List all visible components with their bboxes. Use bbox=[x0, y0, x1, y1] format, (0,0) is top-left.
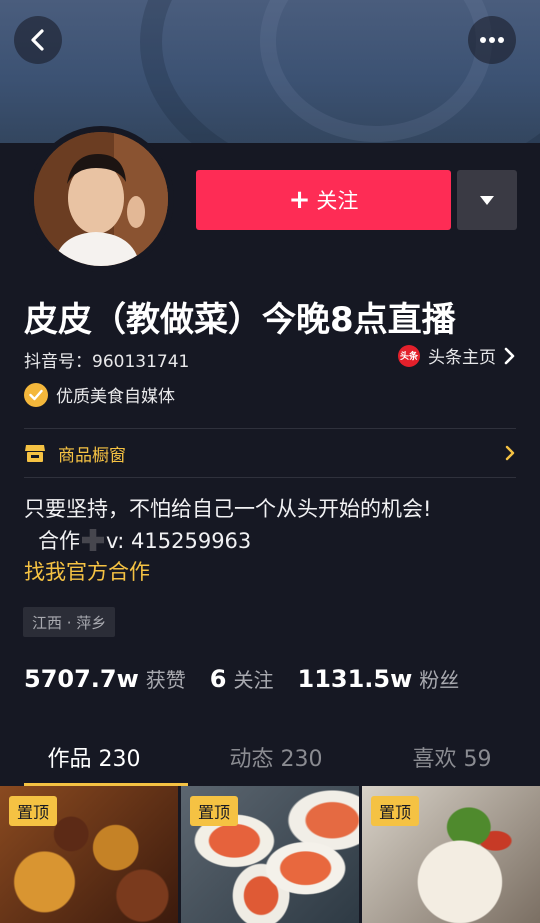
storefront-icon bbox=[25, 445, 45, 462]
tab-posts[interactable]: 动态 230 bbox=[188, 728, 364, 786]
divider bbox=[24, 428, 516, 429]
likes-label: 获赞 bbox=[145, 668, 186, 692]
shop-window-label: 商品橱窗 bbox=[58, 445, 126, 466]
toutiao-homepage-link[interactable]: 头条 头条主页 bbox=[398, 343, 516, 368]
plus-icon: + bbox=[288, 185, 311, 215]
stats-row: 5707.7w 获赞 6 关注 1131.5w 粉丝 bbox=[24, 664, 483, 693]
tab-works[interactable]: 作品 230 bbox=[0, 728, 188, 786]
triangle-down-icon bbox=[480, 195, 494, 205]
location-tag: 江西 · 萍乡 bbox=[23, 607, 116, 637]
follow-label: 关注 bbox=[316, 189, 359, 213]
toutiao-logo-icon: 头条 bbox=[398, 344, 420, 367]
video-thumbnail[interactable]: 置顶 bbox=[181, 786, 359, 923]
profile-banner bbox=[0, 0, 540, 143]
check-badge-icon bbox=[24, 382, 48, 407]
divider bbox=[24, 477, 516, 478]
pinned-badge: 置顶 bbox=[190, 796, 239, 826]
followers-label[interactable]: 粉丝 bbox=[419, 664, 459, 693]
toutiao-link-label: 头条主页 bbox=[428, 348, 496, 368]
recommend-dropdown-button[interactable] bbox=[457, 170, 517, 230]
video-grid: 置顶 置顶 置顶 bbox=[0, 786, 540, 923]
profile-name: 皮皮（教做菜）今晚8点直播 bbox=[24, 300, 456, 340]
pinned-badge: 置顶 bbox=[9, 796, 58, 826]
bio-contact-prefix: 合作 bbox=[38, 529, 80, 553]
chevron-right-icon bbox=[504, 347, 515, 364]
profile-tabs: 作品 230 动态 230 喜欢 59 bbox=[0, 728, 540, 786]
tab-likes[interactable]: 喜欢 59 bbox=[364, 728, 540, 786]
avatar-image bbox=[34, 132, 168, 266]
video-thumbnail[interactable]: 置顶 bbox=[0, 786, 178, 923]
bio: 只要坚持，不怕给自己一个从头开始的机会! 合作 v: 415259963 bbox=[24, 493, 431, 557]
shop-window-row[interactable]: 商品橱窗 bbox=[24, 430, 516, 476]
bio-contact-line: 合作 v: 415259963 bbox=[24, 525, 431, 557]
back-button[interactable] bbox=[14, 16, 62, 64]
verified-badge: 优质美食自媒体 bbox=[24, 382, 175, 407]
following-count[interactable]: 6 bbox=[210, 665, 227, 693]
douyin-id: 抖音号：960131741 bbox=[24, 352, 190, 372]
likes-count: 5707.7w bbox=[24, 665, 139, 693]
chevron-right-icon bbox=[505, 445, 515, 461]
official-cooperation-link[interactable]: 找我官方合作 bbox=[24, 556, 150, 586]
cross-emoji-icon bbox=[82, 529, 104, 551]
bio-line: 只要坚持，不怕给自己一个从头开始的机会! bbox=[24, 497, 432, 521]
chevron-left-icon bbox=[31, 29, 44, 51]
more-button[interactable] bbox=[468, 16, 516, 64]
follow-button[interactable]: + 关注 bbox=[196, 170, 451, 230]
verified-label: 优质美食自媒体 bbox=[56, 387, 175, 407]
pinned-badge: 置顶 bbox=[371, 796, 420, 826]
video-thumbnail[interactable]: 置顶 bbox=[362, 786, 540, 923]
followers-count[interactable]: 1131.5w bbox=[298, 665, 413, 693]
following-label[interactable]: 关注 bbox=[234, 664, 274, 693]
bio-contact-value: v: 415259963 bbox=[106, 529, 252, 553]
more-horizontal-icon bbox=[480, 37, 504, 43]
avatar[interactable] bbox=[28, 126, 174, 272]
